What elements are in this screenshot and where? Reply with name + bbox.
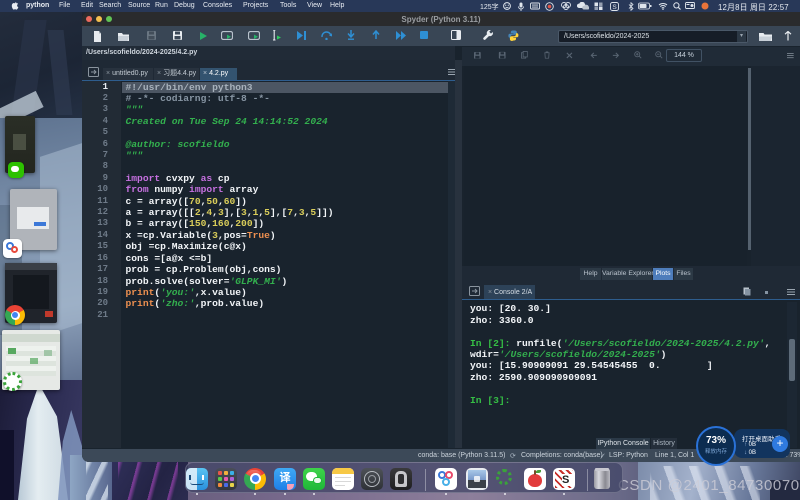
svg-text:S: S xyxy=(612,4,617,11)
